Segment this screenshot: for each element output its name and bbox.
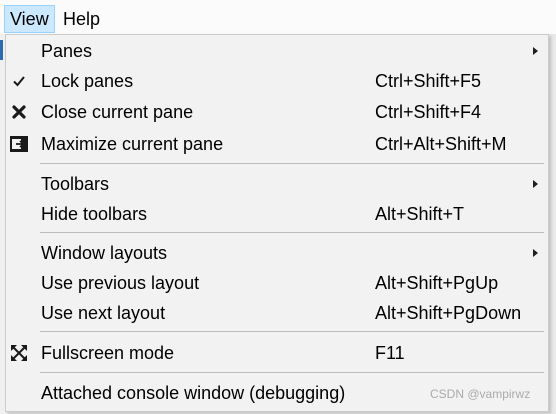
submenu-arrow-icon xyxy=(533,47,538,55)
background-strip xyxy=(549,34,556,414)
close-icon xyxy=(8,101,30,123)
menu-item-label: Maximize current pane xyxy=(41,134,224,154)
menubar: View Help xyxy=(0,0,556,34)
menu-separator xyxy=(40,372,544,373)
menu-item-toolbars[interactable]: Toolbars xyxy=(6,169,548,199)
menu-item-label: Lock panes xyxy=(41,71,134,91)
menu-separator xyxy=(40,232,544,233)
menu-item-shortcut: Alt+Shift+PgDown xyxy=(375,303,522,323)
menu-help[interactable]: Help xyxy=(58,6,105,32)
menu-separator xyxy=(40,163,544,164)
watermark: CSDN @vampirwz xyxy=(430,387,531,401)
menu-item-window-layouts[interactable]: Window layouts xyxy=(6,238,548,268)
menu-item-maximize-current-pane[interactable]: Maximize current pane Ctrl+Alt+Shift+M xyxy=(6,129,548,159)
menu-item-hide-toolbars[interactable]: Hide toolbars Alt+Shift+T xyxy=(6,199,548,229)
background-accent xyxy=(0,40,3,60)
menu-item-close-current-pane[interactable]: Close current pane Ctrl+Shift+F4 xyxy=(6,97,548,127)
submenu-arrow-icon xyxy=(533,180,538,188)
app-window: View Help Panes Lock panes Ctrl+Shift+F5… xyxy=(0,0,556,414)
menu-item-panes[interactable]: Panes xyxy=(6,36,548,66)
menu-item-label: Toolbars xyxy=(41,174,110,194)
menu-item-label: Fullscreen mode xyxy=(41,343,175,363)
menu-item-use-next-layout[interactable]: Use next layout Alt+Shift+PgDown xyxy=(6,298,548,328)
menu-item-use-previous-layout[interactable]: Use previous layout Alt+Shift+PgUp xyxy=(6,268,548,298)
menu-item-shortcut: Ctrl+Alt+Shift+M xyxy=(375,134,507,154)
maximize-pane-icon xyxy=(8,133,30,155)
menu-item-label: Attached console window (debugging) xyxy=(41,383,346,403)
menu-item-shortcut: Alt+Shift+T xyxy=(375,204,465,224)
menu-item-label: Window layouts xyxy=(41,243,168,263)
check-icon xyxy=(8,70,30,92)
menu-item-shortcut: Ctrl+Shift+F4 xyxy=(375,102,482,122)
menu-separator xyxy=(40,331,544,332)
menu-item-shortcut: Alt+Shift+PgUp xyxy=(375,273,499,293)
view-dropdown-menu: Panes Lock panes Ctrl+Shift+F5 Close cur… xyxy=(5,34,549,412)
menu-item-label: Hide toolbars xyxy=(41,204,148,224)
menu-view[interactable]: View xyxy=(4,5,55,33)
menu-item-label: Use previous layout xyxy=(41,273,200,293)
menu-item-fullscreen-mode[interactable]: Fullscreen mode F11 xyxy=(6,338,548,368)
menu-item-shortcut: F11 xyxy=(375,343,405,363)
menu-item-lock-panes[interactable]: Lock panes Ctrl+Shift+F5 xyxy=(6,66,548,96)
fullscreen-icon xyxy=(8,342,30,364)
menu-item-shortcut: Ctrl+Shift+F5 xyxy=(375,71,482,91)
menu-item-label: Close current pane xyxy=(41,102,194,122)
menu-item-label: Use next layout xyxy=(41,303,166,323)
menu-item-label: Panes xyxy=(41,41,93,61)
submenu-arrow-icon xyxy=(533,249,538,257)
